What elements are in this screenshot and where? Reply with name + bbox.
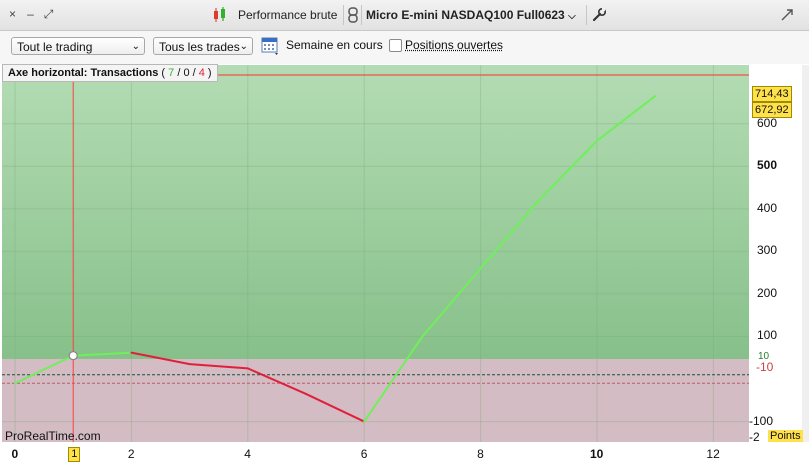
chevron-down-icon: ⌄ xyxy=(131,41,140,52)
axis-mode-prefix: Axe horizontal: xyxy=(8,67,91,79)
equity-segment xyxy=(246,367,307,395)
trading-scope-value: Tout le trading xyxy=(17,40,93,54)
x-tick-label: 10 xyxy=(590,447,604,461)
close-window-button[interactable]: × xyxy=(6,8,19,21)
minimize-window-button[interactable]: – xyxy=(24,8,37,21)
equity-segment xyxy=(72,351,133,357)
candlestick-icon xyxy=(212,6,228,24)
paren-close: ) xyxy=(204,67,212,79)
chart-type-label[interactable]: Performance brute xyxy=(238,0,337,30)
chart-plot-area[interactable] xyxy=(2,65,749,442)
side-panel-strip xyxy=(802,65,809,442)
restore-icon[interactable] xyxy=(780,8,794,22)
minimize-icon: – xyxy=(27,7,34,21)
lower-threshold-label: -10 xyxy=(755,360,775,374)
window-titlebar: × – ⤢ Performance brute Micro E-mini NAS… xyxy=(0,0,809,31)
y-tick-label: 400 xyxy=(757,200,778,215)
y-tick-label: 300 xyxy=(757,243,778,258)
crosshair-point xyxy=(68,351,78,361)
equity-segment xyxy=(421,267,482,338)
equity-segment xyxy=(188,363,249,370)
axis-mode-value[interactable]: Transactions xyxy=(91,67,159,79)
calendar-icon[interactable] xyxy=(261,36,281,56)
equity-segment xyxy=(596,95,657,142)
x-tick-label: 6 xyxy=(360,447,368,461)
y-tick-label: 500 xyxy=(757,158,778,173)
wrench-icon[interactable] xyxy=(591,7,607,23)
chevron-down-icon: ⌄ xyxy=(239,41,248,52)
open-positions-label[interactable]: Positions ouvertes xyxy=(405,38,503,52)
x-tick-label: 0 xyxy=(11,447,19,461)
trades-filter-value: Tous les trades xyxy=(159,40,240,54)
chain-link-icon[interactable] xyxy=(347,7,359,23)
trading-scope-select[interactable]: Tout le trading ⌄ xyxy=(11,37,145,55)
crosshair-x-tag: 1 xyxy=(68,447,81,462)
chart-header: Axe horizontal: Transactions ( 7 / 0 / 4… xyxy=(2,64,218,82)
x-tick-label: 8 xyxy=(477,447,484,461)
x-axis xyxy=(0,442,809,466)
instrument-selector[interactable]: Micro E-mini NASDAQ100 Full0623 ⌵ xyxy=(366,0,576,32)
titlebar-divider xyxy=(586,5,587,25)
equity-segment xyxy=(305,392,366,423)
paren-open: ( xyxy=(158,67,169,79)
max-price-tag: 714,43 xyxy=(752,86,792,102)
titlebar-divider xyxy=(361,5,362,25)
y-tick-label: 200 xyxy=(757,285,778,300)
current-price-tag: 672,92 xyxy=(752,102,792,118)
y-tick-label: -100 xyxy=(749,413,774,428)
period-label: Semaine en cours xyxy=(286,38,383,52)
instrument-name: Micro E-mini NASDAQ100 Full0623 xyxy=(366,8,565,22)
equity-segment xyxy=(479,199,540,270)
open-positions-checkbox[interactable] xyxy=(389,39,402,52)
equity-segment xyxy=(14,354,75,385)
titlebar-divider xyxy=(343,5,344,25)
expand-icon: ⤢ xyxy=(43,7,54,21)
equity-curve-chart[interactable] xyxy=(2,65,749,442)
x-tick-label: 4 xyxy=(244,447,251,461)
close-icon: × xyxy=(8,7,16,21)
equity-segment xyxy=(537,139,598,202)
y-tick-label: 100 xyxy=(757,328,778,343)
chevron-down-icon: ⌵ xyxy=(568,11,576,22)
x-tick-label: 2 xyxy=(127,447,135,461)
equity-segment xyxy=(363,335,424,423)
equity-segment xyxy=(130,351,191,366)
trades-filter-select[interactable]: Tous les trades ⌄ xyxy=(153,37,253,55)
expand-window-button[interactable]: ⤢ xyxy=(42,8,55,21)
watermark: ProRealTime.com xyxy=(5,429,101,443)
separator: / xyxy=(189,67,199,79)
x-tick-label: 12 xyxy=(706,447,720,461)
